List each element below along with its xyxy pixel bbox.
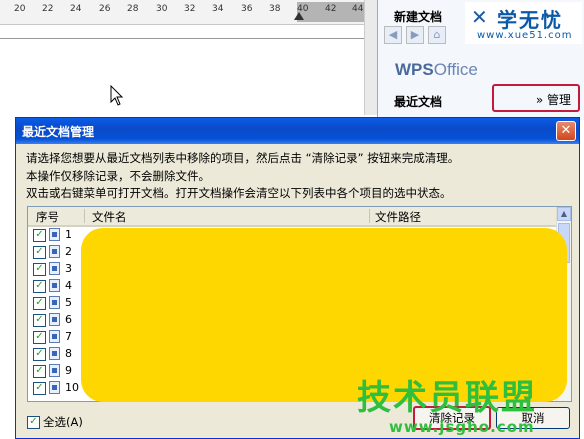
watermark-title: 技术员联盟 [357, 378, 537, 418]
row-index: 7 [65, 330, 72, 343]
dialog-title: 最近文档管理 [22, 125, 95, 139]
manage-recent-button[interactable]: » 管理 [492, 84, 580, 112]
scroll-up-icon[interactable]: ▲ [557, 207, 571, 221]
watermark-xue51: ✕ 学无忧 www.xue51.com [465, 2, 582, 44]
row-checkbox[interactable]: ✓ [33, 314, 46, 327]
wps-logo-text: WPS [395, 60, 434, 79]
row-index: 2 [65, 245, 72, 258]
row-checkbox[interactable]: ✓ [33, 348, 46, 361]
watermark-url: www.xue51.com [477, 30, 573, 41]
dialog-instruction: 请选择您想要从最近文档列表中移除的项目，然后点击 “清除记录” 按钮来完成清理。 [26, 151, 460, 165]
close-button[interactable]: ✕ [556, 121, 576, 141]
row-checkbox[interactable]: ✓ [33, 297, 46, 310]
document-icon [49, 245, 60, 258]
column-separator[interactable] [369, 209, 370, 223]
row-checkbox[interactable]: ✓ [33, 229, 46, 242]
document-icon [49, 228, 60, 241]
watermark-title: 学无忧 [497, 8, 563, 32]
dialog-titlebar[interactable]: 最近文档管理 ✕ [16, 118, 579, 144]
ruler-tick: 34 [212, 4, 224, 14]
ruler-indent-marker[interactable] [294, 12, 304, 20]
document-icon [49, 313, 60, 326]
forward-arrow-icon[interactable]: ▶ [406, 26, 424, 44]
row-index: 8 [65, 347, 72, 360]
column-header-path[interactable]: 文件路径 [375, 209, 421, 225]
ruler-tick: 42 [325, 4, 337, 14]
document-icon [49, 262, 60, 275]
row-checkbox[interactable]: ✓ [33, 331, 46, 344]
ruler-tick: 32 [184, 4, 196, 14]
row-index: 5 [65, 296, 72, 309]
back-arrow-icon[interactable]: ◀ [384, 26, 402, 44]
watermark-url: www.jsgho.com [389, 418, 535, 436]
office-logo-text: Office [433, 60, 478, 79]
select-all-label: 全选(A) [43, 415, 83, 429]
row-checkbox[interactable]: ✓ [33, 246, 46, 259]
ruler-tick: 28 [127, 4, 139, 14]
wps-office-logo: WPSOffice [395, 60, 478, 80]
checkbox-checked-icon[interactable]: ✓ [27, 416, 40, 429]
row-checkbox[interactable]: ✓ [33, 365, 46, 378]
xue51-logo-icon: ✕ [471, 5, 488, 29]
row-checkbox[interactable]: ✓ [33, 263, 46, 276]
ruler-tick: 22 [42, 4, 54, 14]
recent-docs-label: 最近文档 [394, 95, 443, 109]
row-index: 10 [65, 381, 79, 394]
ruler-tick: 20 [14, 4, 26, 14]
document-page-edge [0, 24, 373, 39]
row-checkbox[interactable]: ✓ [33, 382, 46, 395]
document-icon [49, 381, 60, 394]
row-index: 3 [65, 262, 72, 275]
document-icon [49, 347, 60, 360]
document-icon [49, 296, 60, 309]
select-all-checkbox[interactable]: ✓ 全选(A) [27, 414, 83, 430]
row-checkbox[interactable]: ✓ [33, 280, 46, 293]
ruler-tick: 24 [70, 4, 82, 14]
dialog-hint: 双击或右键菜单可打开文档。打开文档操作会清空以下列表中各个项目的选中状态。 [26, 186, 452, 200]
row-index: 9 [65, 364, 72, 377]
task-pane-title: 新建文档 [394, 10, 443, 24]
document-icon [49, 364, 60, 377]
column-header-filename[interactable]: 文件名 [92, 209, 127, 225]
ruler-tick: 44 [352, 4, 364, 14]
row-index: 4 [65, 279, 72, 292]
row-index: 1 [65, 228, 72, 241]
ruler-tick: 38 [269, 4, 281, 14]
dialog-note: 本操作仅移除记录，不会删除文件。 [26, 169, 210, 183]
mouse-pointer-icon [110, 85, 124, 106]
home-icon[interactable]: ⌂ [428, 26, 446, 44]
column-separator[interactable] [84, 209, 85, 223]
task-pane-nav: ◀ ▶ ⌂ [382, 24, 464, 46]
ruler-tick: 30 [156, 4, 168, 14]
horizontal-ruler: 20 22 24 26 28 30 32 34 36 38 40 42 44 [0, 0, 376, 25]
list-header: 序号 文件名 文件路径 [28, 207, 557, 227]
document-icon [49, 279, 60, 292]
column-header-index[interactable]: 序号 [36, 209, 59, 225]
ruler-tick: 26 [99, 4, 111, 14]
ruler-tick: 36 [241, 4, 253, 14]
row-index: 6 [65, 313, 72, 326]
editor-scrollbar[interactable] [364, 0, 377, 115]
document-icon [49, 330, 60, 343]
watermark-jsgho: 技术员联盟 www.jsgho.com [355, 368, 584, 439]
